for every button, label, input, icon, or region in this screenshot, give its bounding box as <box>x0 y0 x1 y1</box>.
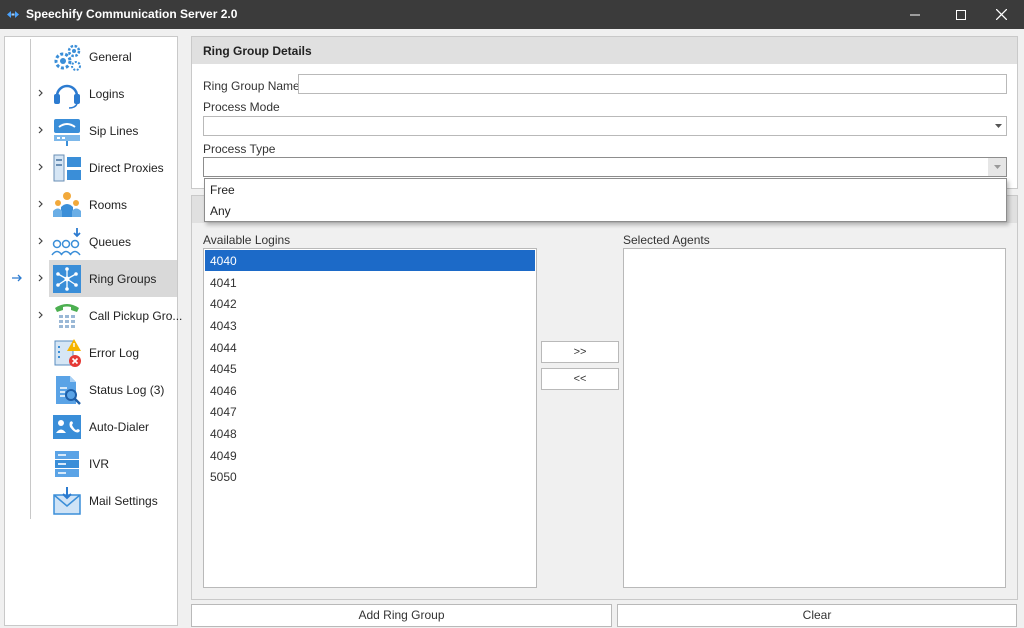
ring-group-icon <box>53 265 81 293</box>
headset-icon <box>54 84 80 109</box>
chevron-down-icon <box>994 165 1001 169</box>
list-item[interactable]: 4047 <box>205 401 535 422</box>
dropdown-option-any[interactable]: Any <box>205 200 1006 221</box>
close-button[interactable] <box>978 0 1024 29</box>
remove-agent-button[interactable]: << <box>541 368 619 390</box>
queue-people-icon <box>51 228 81 256</box>
sidebar-item-sip-lines[interactable]: Sip Lines <box>5 112 177 149</box>
list-item[interactable]: 4049 <box>205 445 535 466</box>
available-logins-label: Available Logins <box>203 233 291 247</box>
process-mode-select[interactable] <box>203 116 1007 136</box>
list-item[interactable]: 5050 <box>205 466 535 487</box>
chevron-down-icon <box>995 124 1002 128</box>
ring-group-name-label: Ring Group Name: <box>203 79 304 93</box>
sidebar-item-mail-settings[interactable]: Mail Settings <box>5 482 177 519</box>
process-type-label: Process Type <box>203 142 276 156</box>
chevron-right-icon[interactable] <box>37 124 45 136</box>
sidebar-item-logins[interactable]: Logins <box>5 75 177 112</box>
people-room-icon <box>53 192 81 217</box>
sidebar-item-status-log[interactable]: Status Log (3) <box>5 371 177 408</box>
chevron-right-icon[interactable] <box>37 87 45 99</box>
available-logins-list[interactable]: 4040 4041 4042 4043 4044 4045 4046 4047 … <box>203 248 537 588</box>
sidebar-item-label: Logins <box>89 87 125 101</box>
sidebar-item-ivr[interactable]: IVR <box>5 445 177 482</box>
call-pickup-icon <box>55 304 79 328</box>
sidebar-item-label: Sip Lines <box>89 124 139 138</box>
process-mode-label: Process Mode <box>203 100 280 114</box>
list-item[interactable]: 4046 <box>205 380 535 401</box>
sidebar-item-label: Queues <box>89 235 132 249</box>
selected-agents-list[interactable] <box>623 248 1006 588</box>
navigation-sidebar: General Logins Sip Lines Direct Proxies … <box>4 36 182 626</box>
title-bar: Speechify Communication Server 2.0 <box>0 0 1024 29</box>
maximize-icon <box>956 9 966 20</box>
sidebar-item-general[interactable]: General <box>5 38 177 75</box>
list-item[interactable]: 4044 <box>205 337 535 358</box>
sidebar-item-label: Rooms <box>89 198 128 212</box>
sidebar-item-label: Ring Groups <box>89 272 157 286</box>
sidebar-item-label: General <box>89 50 132 64</box>
sidebar-item-rooms[interactable]: Rooms <box>5 186 177 223</box>
process-type-select[interactable] <box>203 157 1007 177</box>
chevron-right-icon[interactable] <box>37 235 45 247</box>
app-icon <box>7 11 19 18</box>
servers-icon <box>53 154 81 182</box>
sidebar-item-label: Auto-Dialer <box>89 420 150 434</box>
mail-icon <box>53 487 81 515</box>
status-log-icon <box>56 376 81 405</box>
add-ring-group-button[interactable]: Add Ring Group <box>191 604 612 627</box>
sidebar-item-label: Call Pickup Gro... <box>89 309 183 323</box>
chevron-right-icon[interactable] <box>37 309 45 321</box>
sidebar-item-label: Direct Proxies <box>89 161 164 175</box>
clear-button[interactable]: Clear <box>617 604 1017 627</box>
list-item[interactable]: 4048 <box>205 423 535 444</box>
sidebar-item-label: Mail Settings <box>89 494 158 508</box>
list-item[interactable]: 4042 <box>205 293 535 314</box>
sidebar-item-direct-proxies[interactable]: Direct Proxies <box>5 149 177 186</box>
ring-group-name-input[interactable] <box>298 74 1007 94</box>
ivr-icon <box>55 451 79 477</box>
list-item[interactable]: 4040 <box>205 250 535 271</box>
dropdown-option-free[interactable]: Free <box>205 179 1006 200</box>
current-item-arrow-icon <box>12 274 22 282</box>
error-log-icon <box>54 339 81 367</box>
list-item[interactable]: 4045 <box>205 358 535 379</box>
dropdown-button[interactable] <box>988 158 1006 176</box>
sidebar-item-call-pickup-groups[interactable]: Call Pickup Gro... <box>5 297 182 334</box>
sidebar-item-label: IVR <box>89 457 110 471</box>
sidebar-item-ring-groups[interactable]: Ring Groups <box>5 260 177 297</box>
minimize-button[interactable] <box>892 0 938 29</box>
auto-dialer-icon <box>53 415 81 439</box>
list-item[interactable]: 4043 <box>205 315 535 336</box>
gears-icon <box>54 44 81 71</box>
panel-header: Ring Group Details <box>192 37 1017 64</box>
chevron-right-icon[interactable] <box>37 161 45 173</box>
process-type-dropdown: Free Any <box>204 178 1007 222</box>
phone-network-icon <box>54 119 80 146</box>
chevron-right-icon[interactable] <box>37 272 45 284</box>
window-title: Speechify Communication Server 2.0 <box>26 7 238 21</box>
sidebar-item-queues[interactable]: Queues <box>5 223 177 260</box>
add-agent-button[interactable]: >> <box>541 341 619 363</box>
list-item[interactable]: 4041 <box>205 272 535 293</box>
sidebar-item-auto-dialer[interactable]: Auto-Dialer <box>5 408 177 445</box>
chevron-right-icon[interactable] <box>37 198 45 210</box>
sidebar-item-error-log[interactable]: Error Log <box>5 334 177 371</box>
minimize-icon <box>910 14 920 15</box>
sidebar-item-label: Error Log <box>89 346 140 360</box>
close-icon <box>995 9 1007 20</box>
panel-title: Ring Group Details <box>203 44 312 58</box>
selected-agents-label: Selected Agents <box>623 233 710 247</box>
sidebar-item-label: Status Log (3) <box>89 383 165 397</box>
